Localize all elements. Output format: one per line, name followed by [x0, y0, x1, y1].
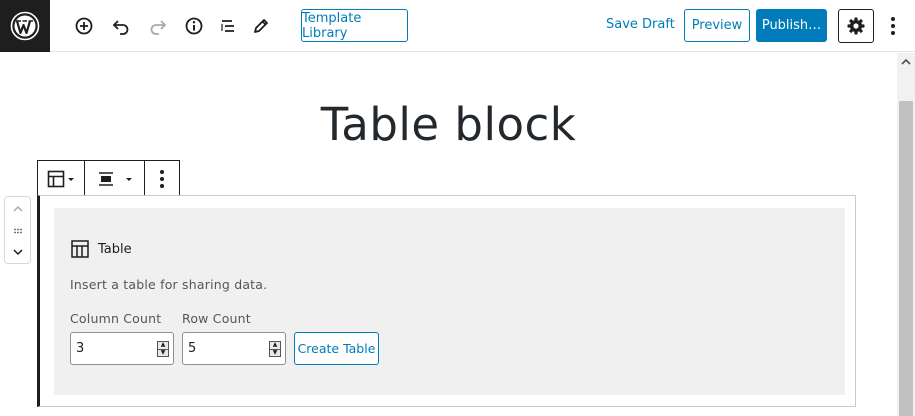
row-count-input[interactable]: 5 ▲ ▼	[182, 332, 286, 365]
info-icon	[185, 17, 203, 35]
editor-canvas: Table block Table Insert a table for sha…	[0, 53, 897, 416]
preview-button[interactable]: Preview	[684, 9, 750, 42]
undo-icon	[112, 20, 129, 35]
scroll-thumb[interactable]	[899, 101, 913, 416]
chevron-down-icon	[12, 249, 23, 256]
gear-icon	[847, 17, 865, 35]
redo-icon	[150, 20, 167, 35]
template-library-button[interactable]: Template Library	[301, 9, 408, 42]
column-count-input[interactable]: 3 ▲ ▼	[70, 332, 174, 365]
editor-window: Template Library Save Draft Preview Publ…	[0, 0, 915, 416]
settings-button[interactable]	[838, 9, 874, 43]
placeholder-title: Table	[98, 241, 132, 257]
add-block-button[interactable]	[71, 13, 97, 39]
spin-down-icon[interactable]: ▼	[270, 349, 280, 357]
chevron-up-icon	[901, 58, 911, 65]
page-scrollbar[interactable]	[897, 53, 915, 416]
block-mover	[4, 196, 31, 264]
save-draft-button[interactable]: Save Draft	[606, 17, 675, 32]
block-navigation-button[interactable]	[215, 13, 241, 39]
align-dropdown-button[interactable]	[85, 161, 145, 196]
table-icon	[71, 240, 89, 258]
content-info-button[interactable]	[181, 13, 207, 39]
drag-handle-icon	[13, 228, 22, 234]
block-more-options-button[interactable]	[145, 161, 179, 196]
add-block-icon	[75, 17, 93, 35]
move-up-button[interactable]	[5, 199, 30, 219]
row-count-label: Row Count	[182, 311, 251, 326]
kebab-icon	[891, 17, 895, 35]
undo-button[interactable]	[108, 13, 134, 39]
block-switcher-button[interactable]	[38, 161, 85, 196]
move-down-button[interactable]	[5, 242, 30, 262]
post-title[interactable]: Table block	[0, 98, 897, 151]
create-table-button[interactable]: Create Table	[294, 332, 379, 365]
editor-header: Template Library Save Draft Preview Publ…	[0, 0, 915, 52]
wordpress-icon	[10, 11, 40, 41]
column-count-value: 3	[76, 341, 85, 356]
spin-down-icon[interactable]: ▼	[158, 349, 168, 357]
kebab-icon	[160, 169, 164, 188]
table-placeholder: Table Insert a table for sharing data. C…	[54, 208, 845, 395]
column-count-spinner[interactable]: ▲ ▼	[157, 341, 169, 357]
drag-handle[interactable]	[5, 221, 30, 241]
align-center-icon	[98, 171, 132, 186]
more-tools-button[interactable]	[884, 14, 902, 38]
tools-button[interactable]	[248, 13, 274, 39]
column-count-label: Column Count	[70, 311, 162, 326]
publish-button[interactable]: Publish…	[756, 9, 827, 42]
table-block[interactable]: Table Insert a table for sharing data. C…	[37, 195, 856, 407]
block-toolbar	[37, 160, 180, 196]
chevron-up-icon	[12, 205, 23, 212]
list-view-icon	[221, 20, 234, 32]
redo-button[interactable]	[145, 13, 171, 39]
wordpress-logo-button[interactable]	[0, 0, 50, 52]
pencil-icon	[254, 19, 268, 33]
row-count-spinner[interactable]: ▲ ▼	[269, 341, 281, 357]
placeholder-instructions: Insert a table for sharing data.	[70, 277, 268, 292]
table-icon	[47, 170, 74, 187]
placeholder-label: Table	[70, 239, 132, 259]
scroll-up-button[interactable]	[897, 53, 915, 71]
row-count-value: 5	[188, 341, 197, 356]
